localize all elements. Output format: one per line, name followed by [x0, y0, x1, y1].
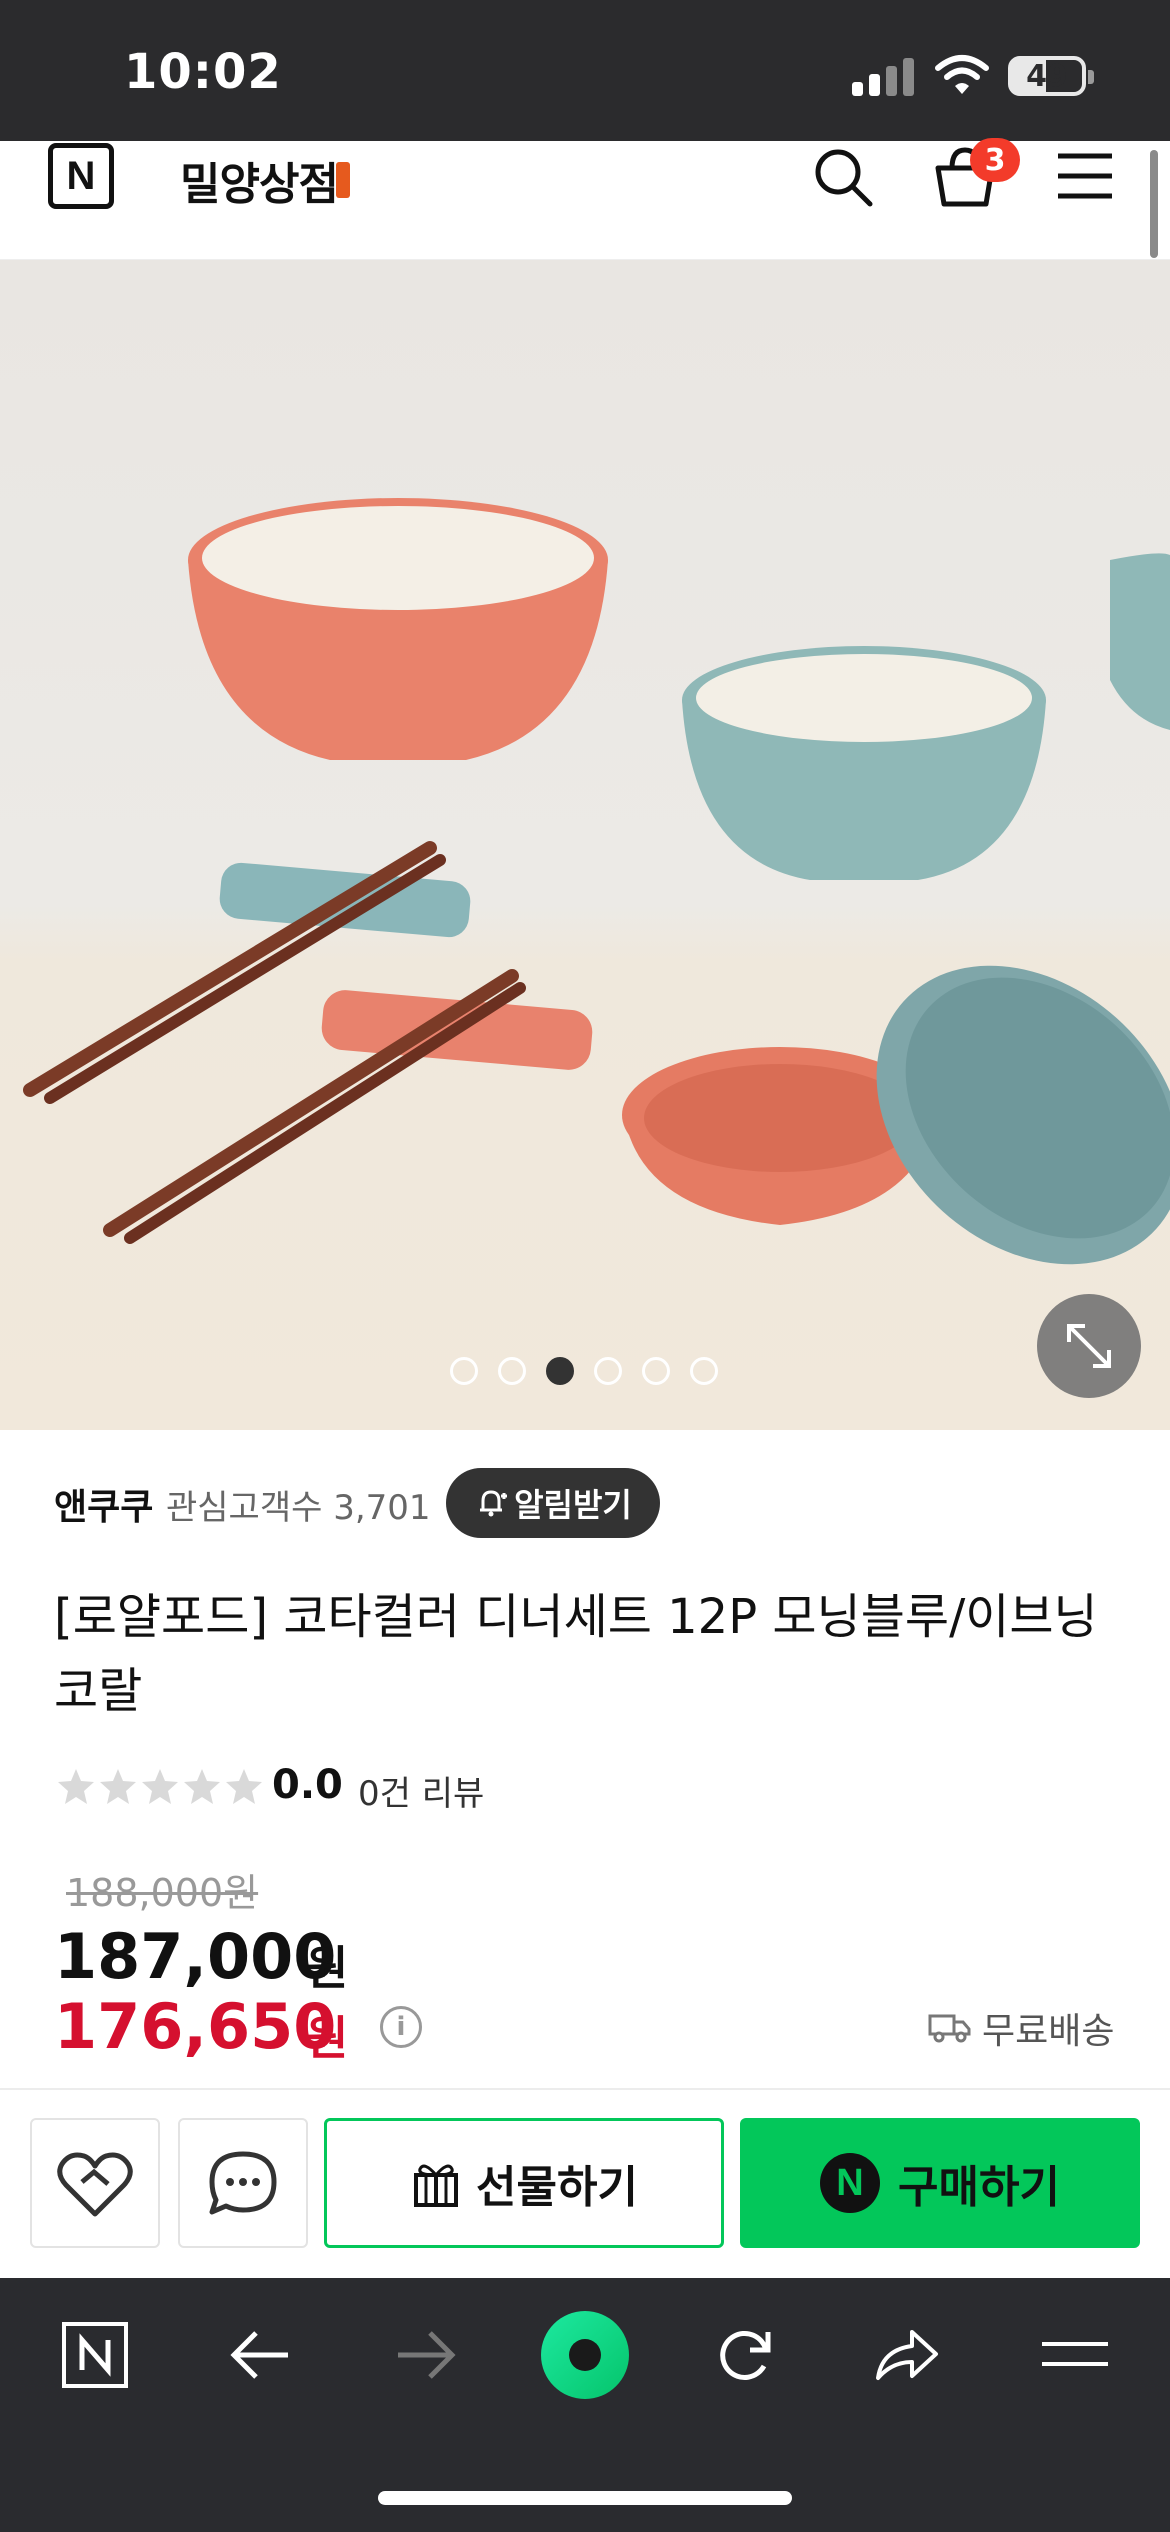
share-icon[interactable] [872, 2320, 942, 2390]
rating-stars [56, 1766, 264, 1806]
search-icon[interactable] [812, 146, 874, 208]
truck-icon [928, 2014, 971, 2043]
pagination-dot-active[interactable] [546, 1357, 574, 1385]
image-pagination[interactable] [450, 1357, 730, 1385]
price: 187,000 [54, 1920, 337, 1993]
interest-count: 관심고객수 3,701 [166, 1488, 431, 1528]
battery-level: 49 [1026, 59, 1068, 94]
pagination-dot[interactable] [642, 1357, 670, 1385]
rating-value: 0.0 [272, 1762, 343, 1808]
scrollbar[interactable] [1150, 150, 1158, 258]
pagination-dot[interactable] [594, 1357, 622, 1385]
battery-indicator: 49 [1008, 56, 1094, 96]
star-icon [226, 1769, 262, 1804]
product-image[interactable] [0, 260, 1170, 1430]
signal-icon [852, 56, 916, 96]
price-unit: 원 [306, 1941, 349, 1995]
menu-icon[interactable] [1056, 152, 1114, 200]
info-icon[interactable]: i [380, 2006, 422, 2048]
naver-logo-icon[interactable]: N [48, 143, 114, 209]
store-name[interactable]: 밀양상점 [180, 148, 339, 212]
review-count[interactable]: 0건 리뷰 [358, 1766, 484, 1815]
naver-home-icon[interactable] [60, 2320, 130, 2390]
star-icon [184, 1769, 220, 1804]
naver-pay-icon: N [820, 2153, 881, 2213]
menu-icon[interactable] [1040, 2320, 1110, 2390]
star-icon [142, 1769, 178, 1804]
forward-icon[interactable] [390, 2320, 460, 2390]
gift-button[interactable]: 선물하기 [324, 2118, 724, 2248]
heart-icon [57, 2152, 133, 2217]
product-photo [23, 498, 1170, 1265]
cart-count-badge: 3 [970, 138, 1020, 182]
buy-button-label: 구매하기 [898, 2162, 1060, 2213]
refresh-icon[interactable] [710, 2320, 780, 2390]
gift-icon [414, 2164, 459, 2207]
pagination-dot[interactable] [450, 1357, 478, 1385]
gift-button-label: 선물하기 [476, 2162, 638, 2213]
buy-button[interactable]: N 구매하기 [740, 2118, 1140, 2248]
alarm-button[interactable]: 알림받기 [446, 1468, 660, 1538]
shipping-label: 무료배송 [982, 2011, 1115, 2052]
talk-button[interactable] [178, 2118, 308, 2248]
alarm-button-label: 알림받기 [514, 1486, 632, 1524]
store-logo-mark [336, 162, 350, 198]
bell-icon [480, 1490, 508, 1517]
original-price: 188,000원 [66, 1871, 259, 1915]
star-icon [100, 1769, 136, 1804]
sale-price: 176,650 [54, 1990, 337, 2063]
chat-icon [209, 2151, 277, 2215]
wishlist-button[interactable] [30, 2118, 160, 2248]
star-icon [58, 1769, 94, 1804]
expand-image-icon[interactable] [1037, 1294, 1141, 1398]
product-title: [로얄포드] 코타컬러 디너세트 12P 모닝블루/이브닝코랄 [54, 1589, 1098, 1719]
status-time: 10:02 [124, 44, 282, 100]
status-bar: 10:02 49 [0, 0, 1170, 141]
pagination-dot[interactable] [498, 1357, 526, 1385]
sale-price-unit: 원 [306, 2011, 349, 2065]
green-dot-home-icon[interactable] [540, 2310, 630, 2400]
wifi-icon [935, 55, 989, 94]
pagination-dot[interactable] [690, 1357, 718, 1385]
seller-name[interactable]: 앤쿠쿠 [54, 1478, 153, 1530]
back-icon[interactable] [226, 2320, 296, 2390]
home-indicator[interactable] [378, 2491, 792, 2505]
